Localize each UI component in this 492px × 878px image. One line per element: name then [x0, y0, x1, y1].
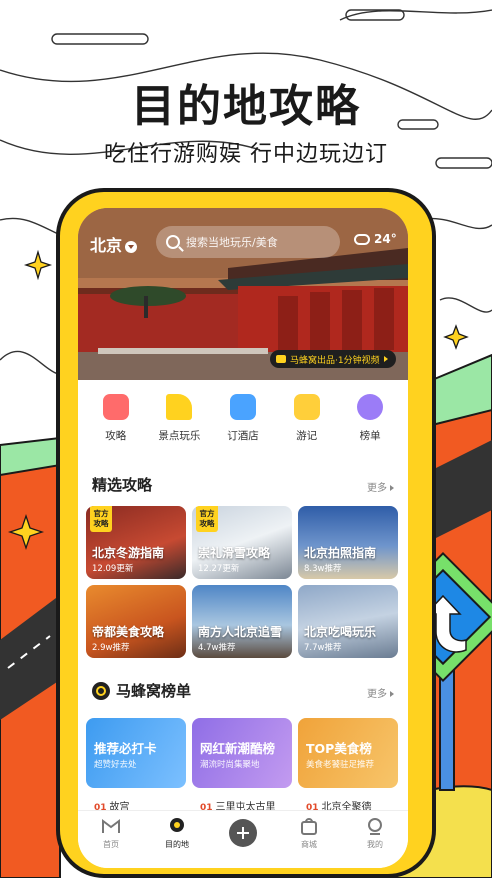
- guide-card-sub: 4.7w推荐: [198, 643, 236, 653]
- ranking-card-title: TOP美食榜: [306, 741, 372, 756]
- ranking-header: 马蜂窝榜单: [92, 680, 191, 701]
- ranking-card-sub: 超赞好去处: [94, 760, 137, 770]
- tab-destination[interactable]: 目的地: [152, 817, 202, 850]
- tab-profile[interactable]: 我的: [350, 817, 400, 850]
- category-travelnote[interactable]: 游记: [278, 394, 336, 443]
- search-placeholder: 搜索当地玩乐/美食: [186, 236, 278, 249]
- location-pin-icon: [170, 818, 184, 832]
- category-label: 景点玩乐: [158, 430, 201, 442]
- guide-card-title: 北京拍照指南: [304, 546, 377, 560]
- ranking-card[interactable]: TOP美食榜 美食老饕驻足推荐: [298, 718, 398, 788]
- tab-home[interactable]: 首页: [86, 817, 136, 850]
- tab-label: 首页: [103, 840, 119, 849]
- guide-card-sub: 7.7w推荐: [304, 643, 342, 653]
- guide-card-title: 北京冬游指南: [92, 546, 165, 560]
- official-badge: 官方攻略: [90, 506, 112, 532]
- guide-card-sub: 12.27更新: [198, 564, 240, 574]
- weather-temp: 24°: [374, 232, 397, 246]
- official-badge: 官方攻略: [196, 506, 218, 532]
- guide-icon: [102, 394, 129, 420]
- hotel-icon: [229, 394, 256, 420]
- tab-label: 目的地: [165, 840, 189, 849]
- guide-card-sub: 2.9w推荐: [92, 643, 130, 653]
- promo-canvas: 目的地攻略 吃住行游购娱 行中边玩边订 北京 搜索当地玩乐/美食 24° 马蜂窝…: [0, 0, 492, 878]
- ranking-card[interactable]: 网红新潮酷榜 潮流时尚集聚地: [192, 718, 292, 788]
- category-label: 榜单: [359, 430, 381, 442]
- category-label: 游记: [296, 430, 318, 442]
- scenic-icon: [166, 394, 193, 420]
- category-guide[interactable]: 攻略: [87, 394, 145, 443]
- profile-icon: [368, 818, 382, 835]
- category-hotel[interactable]: 订酒店: [214, 394, 272, 443]
- video-tag[interactable]: 马蜂窝出品·1分钟视频: [270, 350, 396, 368]
- tab-publish[interactable]: [218, 817, 268, 847]
- tab-label: 商城: [301, 840, 317, 849]
- guide-card[interactable]: 官方攻略 崇礼滑雪攻略 12.27更新: [192, 506, 292, 579]
- promo-subline: 吃住行游购娱 行中边玩边订: [104, 142, 388, 167]
- city-name: 北京: [90, 236, 123, 255]
- guide-card-title: 南方人北京追雪: [198, 625, 283, 639]
- promo-headline: 目的地攻略: [131, 81, 361, 132]
- featured-more-link[interactable]: 更多: [367, 479, 394, 494]
- travelnote-icon: [293, 394, 320, 420]
- guide-card-sub: 8.3w推荐: [304, 564, 342, 574]
- shopping-bag-icon: [301, 818, 317, 835]
- search-bar[interactable]: 搜索当地玩乐/美食: [156, 226, 340, 258]
- weather-widget[interactable]: 24°: [354, 232, 397, 246]
- ranking-card-sub: 潮流时尚集聚地: [200, 760, 260, 770]
- ranking-icon: [357, 394, 384, 420]
- guide-card[interactable]: 北京吃喝玩乐 7.7w推荐: [298, 585, 398, 658]
- guide-card[interactable]: 北京拍照指南 8.3w推荐: [298, 506, 398, 579]
- ranking-card[interactable]: 推荐必打卡 超赞好去处: [86, 718, 186, 788]
- guide-card[interactable]: 南方人北京追雪 4.7w推荐: [192, 585, 292, 658]
- video-tag-label: 马蜂窝出品·1分钟视频: [290, 355, 380, 366]
- tab-bar: 首页 目的地 商城 我的: [78, 810, 408, 868]
- category-ranking[interactable]: 榜单: [341, 394, 399, 443]
- ranking-more-link[interactable]: 更多: [367, 685, 394, 700]
- city-selector[interactable]: 北京: [90, 232, 138, 256]
- guide-card[interactable]: 帝都美食攻略 2.9w推荐: [86, 585, 186, 658]
- hero-banner[interactable]: 北京 搜索当地玩乐/美食 24° 马蜂窝出品·1分钟视频: [78, 208, 408, 380]
- ranking-card-title: 网红新潮酷榜: [200, 741, 276, 756]
- home-icon: [102, 819, 120, 833]
- guide-card-title: 帝都美食攻略: [92, 625, 165, 639]
- guide-card[interactable]: 官方攻略 北京冬游指南 12.09更新: [86, 506, 186, 579]
- category-scenic[interactable]: 景点玩乐: [150, 394, 208, 443]
- featured-title: 精选攻略: [92, 476, 153, 494]
- category-label: 攻略: [105, 430, 127, 442]
- chevron-down-icon: [125, 240, 138, 253]
- tab-label: 我的: [367, 840, 383, 849]
- category-label: 订酒店: [227, 430, 259, 442]
- ranking-title: 马蜂窝榜单: [116, 682, 192, 700]
- app-screen: 北京 搜索当地玩乐/美食 24° 马蜂窝出品·1分钟视频 攻略 景点玩乐 订酒店…: [78, 208, 408, 868]
- tab-mall[interactable]: 商城: [284, 817, 334, 850]
- category-row: 攻略 景点玩乐 订酒店 游记 榜单: [78, 394, 408, 443]
- ranking-card-title: 推荐必打卡: [94, 741, 157, 756]
- guide-card-title: 北京吃喝玩乐: [304, 625, 377, 639]
- mafengwo-logo-icon: [92, 681, 110, 700]
- play-arrow-icon: [383, 356, 388, 362]
- search-icon: [166, 235, 180, 249]
- ranking-card-sub: 美食老饕驻足推荐: [306, 760, 375, 770]
- cloud-icon: [354, 233, 370, 245]
- video-icon: [276, 355, 286, 363]
- guide-card-sub: 12.09更新: [92, 564, 134, 574]
- guide-card-title: 崇礼滑雪攻略: [198, 546, 271, 560]
- plus-icon: [229, 819, 257, 847]
